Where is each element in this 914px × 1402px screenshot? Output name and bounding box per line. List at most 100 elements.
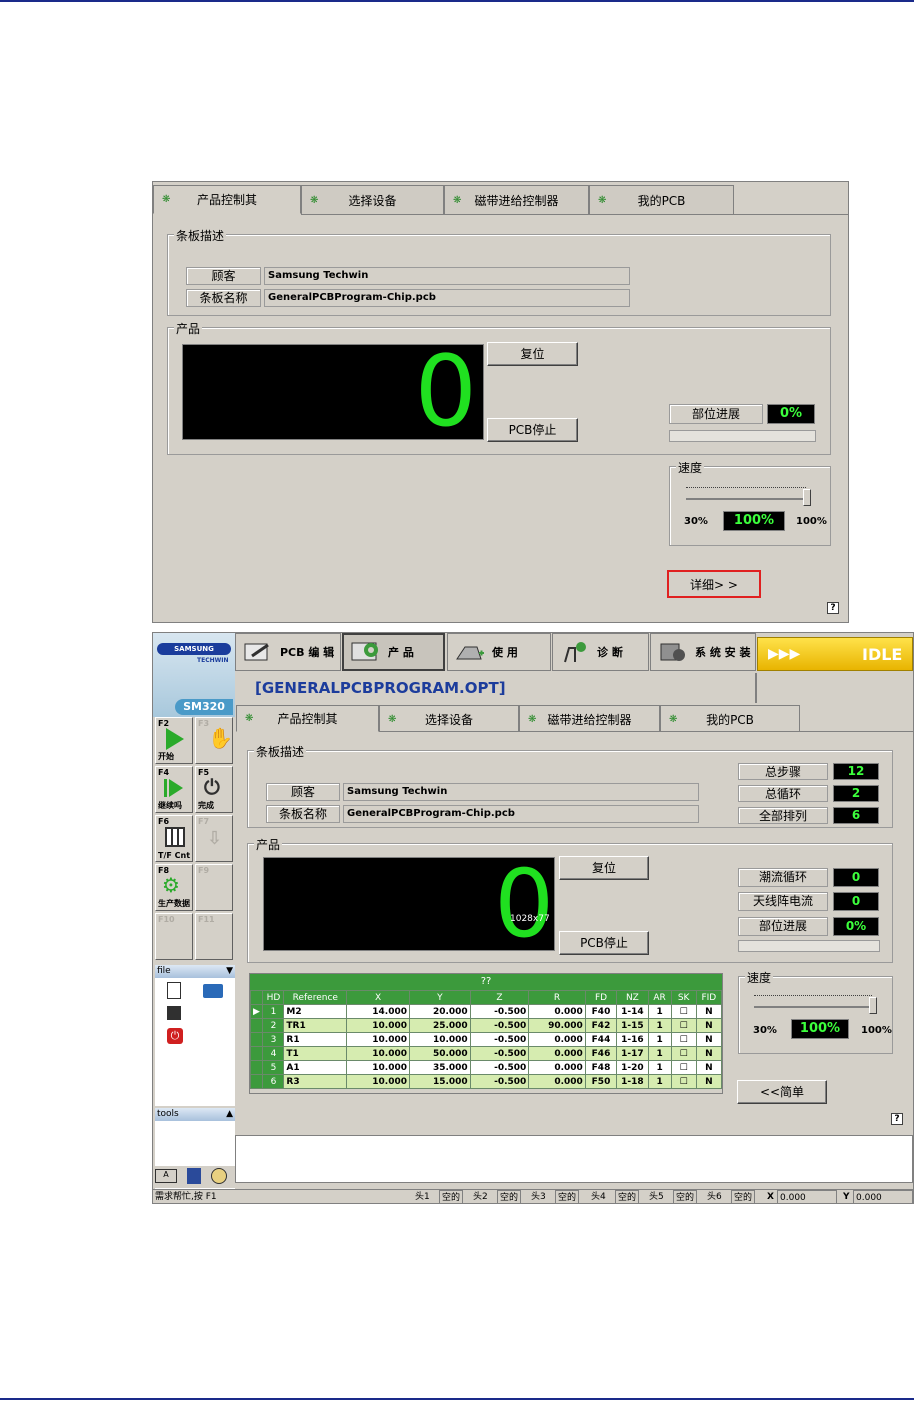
skip-checkbox[interactable]: ☐	[670, 1046, 697, 1061]
hand-icon: ✋	[208, 726, 233, 750]
table-cell: 0.000	[528, 1032, 586, 1047]
main-speed-slider-track	[754, 1006, 874, 1008]
speed-slider[interactable]	[686, 485, 812, 507]
table-cell: 0.000	[528, 1046, 586, 1061]
skip-checkbox[interactable]: ☐	[670, 1004, 697, 1019]
machine-status: ▶▶▶ IDLE	[757, 637, 913, 671]
table-row[interactable]: ▶ 1 M2 14.000 20.000 -0.500 0.000 F40 1-…	[249, 1004, 723, 1019]
fkey-f5-finish[interactable]: F5 ⏻ 完成	[195, 766, 233, 813]
title-divider	[755, 673, 757, 703]
main-speed-slider-thumb[interactable]	[869, 997, 877, 1014]
file-section-header[interactable]: file ▼	[155, 965, 235, 978]
table-cell: 1-20	[616, 1060, 649, 1075]
skip-checkbox[interactable]: ☐	[670, 1032, 697, 1047]
table-cell: -0.500	[469, 1018, 530, 1033]
fkey-f8-production-data[interactable]: F8 ⚙ 生产数据	[155, 864, 193, 911]
tools-section-header[interactable]: tools ▲	[155, 1108, 235, 1121]
table-cell: 10.000	[346, 1018, 410, 1033]
main-speed-slider[interactable]	[754, 993, 880, 1015]
details-button[interactable]: 详细> >	[667, 570, 761, 598]
toolbar-product-button[interactable]: 产 品	[342, 633, 445, 671]
brand-panel: SAMSUNG TECHWIN SM320	[153, 633, 235, 717]
head2-label: 头2	[473, 1192, 488, 1202]
toolbar-diagnose-button[interactable]: 诊 断	[552, 633, 649, 671]
fkey-panel: F2 开始 F3 ✋ F4 继续吗 F5 ⏻ 完成 F6 T/F Cnt F7 ⇩ F8 ⚙ 生产…	[153, 717, 235, 965]
fkey-f7[interactable]: F7 ⇩	[195, 815, 233, 862]
tab-dot-icon: ❋	[245, 713, 254, 724]
main-speed-min-label: 30%	[753, 1025, 777, 1036]
table-header-fid: FID	[695, 990, 723, 1005]
toolbar-pcb-edit-button[interactable]: PCB 编 辑	[235, 633, 341, 671]
table-header-r: R	[528, 990, 586, 1005]
table-cell: 1	[647, 1074, 672, 1089]
page-top-rule	[0, 0, 914, 2]
table-row[interactable]: 6 R3 10.000 15.000 -0.500 0.000 F50 1-18…	[249, 1074, 723, 1089]
exit-icon[interactable]: ⏻	[167, 1028, 183, 1044]
fkey-f9[interactable]: F9	[195, 864, 233, 911]
skip-checkbox[interactable]: ☐	[670, 1018, 697, 1033]
pcb-stop-button[interactable]: PCB停止	[487, 418, 578, 442]
main-tab-tape-feeder[interactable]: ❋ 磁带进给控制器	[519, 705, 660, 732]
toolbar-system-setup-button[interactable]: 系 统 安 装	[650, 633, 756, 671]
main-window: SAMSUNG TECHWIN SM320 PCB 编 辑 产 品 使 用 诊 …	[152, 632, 914, 1204]
x-coord-label: X	[767, 1192, 774, 1202]
reset-button[interactable]: 复位	[487, 342, 578, 366]
language-icon[interactable]: A	[155, 1169, 177, 1183]
total-steps-value: 12	[833, 763, 879, 780]
main-tab-underline	[379, 731, 913, 732]
tab-dot-icon: ❋	[669, 713, 678, 725]
part-progress-value: 0%	[767, 404, 815, 424]
fkey-f11[interactable]: F11	[195, 913, 233, 960]
skip-checkbox[interactable]: ☐	[670, 1074, 697, 1089]
fkey-f2-start[interactable]: F2 开始	[155, 717, 193, 764]
help-button[interactable]: ?	[827, 602, 839, 614]
machine-icon[interactable]	[187, 1168, 201, 1184]
table-row[interactable]: 2 TR1 10.000 25.000 -0.500 90.000 F42 1-…	[249, 1018, 723, 1033]
table-cell: F42	[584, 1018, 618, 1033]
table-cell: N	[695, 1046, 723, 1061]
clock-icon[interactable]	[211, 1168, 227, 1184]
table-cell: -0.500	[469, 1004, 530, 1019]
table-header-row: HD Reference X Y Z R FD NZ AR SK FID	[249, 990, 723, 1005]
resume-icon	[164, 779, 167, 797]
fkey-f6-tf-count[interactable]: F6 T/F Cnt	[155, 815, 193, 862]
new-file-icon[interactable]	[167, 982, 181, 999]
speed-slider-ticks	[686, 487, 806, 491]
fkey-f10[interactable]: F10	[155, 913, 193, 960]
resume-arrow-icon	[169, 779, 183, 797]
collapse-icon: ▼	[226, 966, 233, 976]
fkey-f3[interactable]: F3 ✋	[195, 717, 233, 764]
row-selected-icon: ▶	[249, 1004, 264, 1019]
table-header-sk: SK	[670, 990, 697, 1005]
main-speed-value: 100%	[791, 1019, 849, 1039]
speed-slider-thumb[interactable]	[803, 489, 811, 506]
tab-tape-feeder[interactable]: ❋ 磁带进给控制器	[444, 185, 589, 214]
table-cell: -0.500	[469, 1074, 530, 1089]
main-tab-select-device[interactable]: ❋ 选择设备	[379, 705, 519, 732]
main-pcb-stop-button[interactable]: PCB停止	[559, 931, 649, 955]
top-dialog: ❋ 产品控制其 ❋ 选择设备 ❋ 磁带进给控制器 ❋ 我的PCB 条板描述 顾客 Sam…	[152, 181, 849, 623]
tab-select-device[interactable]: ❋ 选择设备	[301, 185, 444, 214]
main-tab-my-pcb[interactable]: ❋ 我的PCB	[660, 705, 800, 732]
techwin-text: TECHWIN	[197, 657, 229, 664]
table-cell: -0.500	[469, 1060, 530, 1075]
toolbar-use-button[interactable]: 使 用	[447, 633, 551, 671]
status-hint: 需求帮忙,按 F1	[155, 1192, 217, 1202]
main-reset-button[interactable]: 复位	[559, 856, 649, 880]
table-row[interactable]: 3 R1 10.000 10.000 -0.500 0.000 F44 1-16…	[249, 1032, 723, 1047]
save-icon[interactable]	[167, 1006, 181, 1020]
table-row[interactable]: 5 A1 10.000 35.000 -0.500 0.000 F48 1-20…	[249, 1060, 723, 1075]
head5-value: 空的	[673, 1190, 698, 1203]
table-row[interactable]: 4 T1 10.000 50.000 -0.500 0.000 F46 1-17…	[249, 1046, 723, 1061]
tab-product-control[interactable]: ❋ 产品控制其	[153, 185, 301, 214]
main-help-button[interactable]: ?	[891, 1113, 903, 1125]
main-tab-product-control[interactable]: ❋ 产品控制其	[236, 705, 379, 732]
speed-slider-track	[686, 498, 808, 500]
tab-my-pcb[interactable]: ❋ 我的PCB	[589, 185, 734, 214]
skip-checkbox[interactable]: ☐	[670, 1060, 697, 1075]
open-folder-icon[interactable]	[203, 984, 223, 998]
table-cell: 1-18	[616, 1074, 649, 1089]
simple-button[interactable]: <<简单	[737, 1080, 827, 1104]
row-marker	[249, 1060, 264, 1075]
fkey-f4-continue[interactable]: F4 继续吗	[155, 766, 193, 813]
